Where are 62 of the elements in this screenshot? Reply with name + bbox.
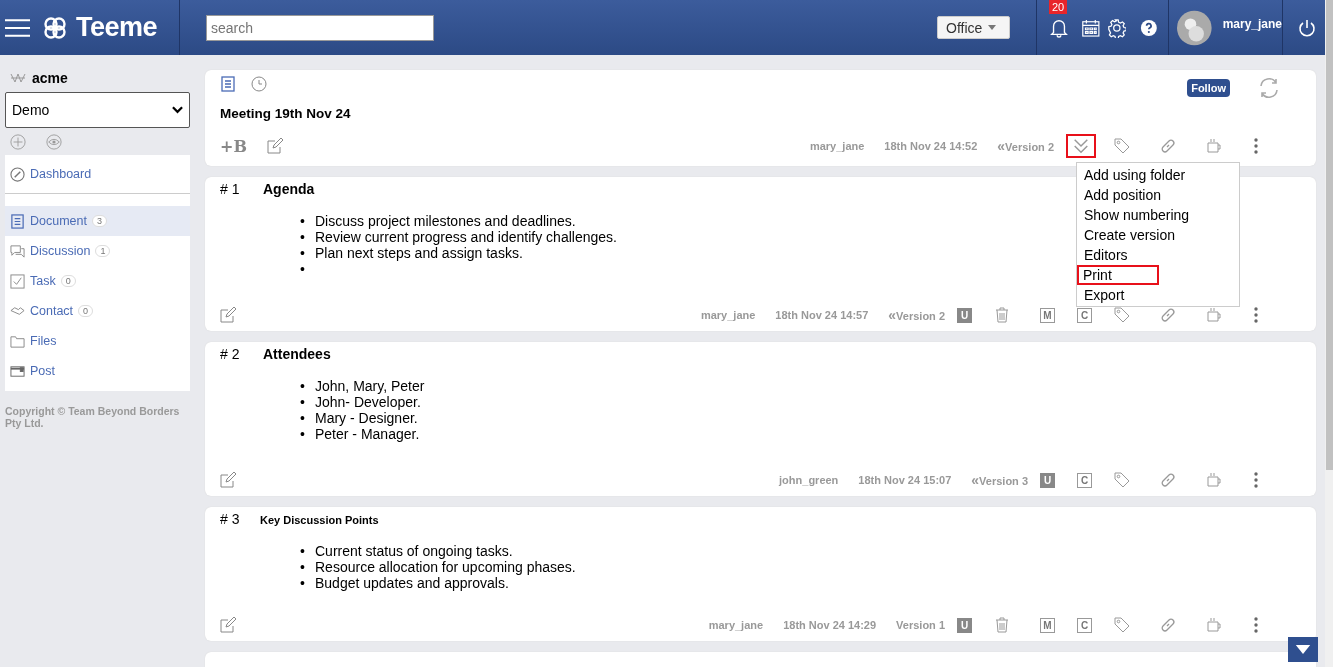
- bullet-item: • Plan next steps and assign tasks.: [300, 245, 523, 261]
- timestamp: 18th Nov 24 14:57: [775, 309, 869, 321]
- letter-button[interactable]: U: [957, 617, 972, 633]
- letter-button[interactable]: M: [1040, 617, 1055, 633]
- sidebar-item[interactable]: Contact 0: [5, 296, 190, 326]
- menu-item[interactable]: Add position: [1077, 185, 1239, 205]
- author-name: john_green: [779, 474, 839, 486]
- section-title: Attendees: [263, 346, 331, 362]
- author-name: mary_jane: [809, 140, 865, 152]
- letter-button[interactable]: C: [1077, 617, 1092, 633]
- user-name[interactable]: mary_jane: [1222, 16, 1282, 31]
- notification-count: 20: [1049, 0, 1068, 14]
- search-field[interactable]: search: [206, 14, 434, 41]
- version-link[interactable]: «Version 2: [997, 138, 1054, 154]
- bullet-item: • Resource allocation for upcoming phases.: [300, 559, 576, 575]
- sidebar-item[interactable]: Discussion 1: [5, 236, 190, 266]
- menu-item[interactable]: Editors: [1077, 245, 1239, 265]
- timestamp: 18th Nov 24 14:52: [884, 140, 978, 152]
- section-title: Key Discussion Points: [260, 514, 379, 526]
- section-number: # 3: [220, 511, 241, 527]
- document-title: Meeting 19th Nov 24: [220, 106, 352, 123]
- menu-item[interactable]: Add using folder: [1077, 165, 1239, 185]
- sidebar-item[interactable]: Files: [5, 326, 190, 356]
- version-link[interactable]: «Version 2: [888, 307, 945, 323]
- letter-button[interactable]: M: [1040, 307, 1055, 323]
- space-dropdown[interactable]: Office: [937, 16, 1010, 39]
- section-title: Agenda: [263, 181, 315, 197]
- menu-item[interactable]: Print: [1077, 265, 1159, 285]
- letter-button[interactable]: U: [1040, 472, 1055, 488]
- author-name: mary_jane: [708, 619, 764, 631]
- bullet-item: • Current status of ongoing tasks.: [300, 543, 513, 559]
- section-number: # 2: [220, 346, 241, 362]
- sidebar-item[interactable]: Task 0: [5, 266, 190, 296]
- menu-item[interactable]: Show numbering: [1077, 205, 1239, 225]
- workspace-name: acme: [32, 70, 68, 86]
- bullet-item: • Discuss project milestones and deadlines.: [300, 213, 576, 229]
- letter-button[interactable]: C: [1077, 472, 1092, 488]
- bullet-item: • Mary - Designer.: [300, 410, 418, 426]
- bullet-item: • John, Mary, Peter: [300, 378, 425, 394]
- dashboard-link[interactable]: Dashboard: [5, 155, 190, 193]
- sidebar-item[interactable]: Post: [5, 356, 190, 386]
- bullet-item: • John- Developer.: [300, 394, 421, 410]
- empty-bullet: •: [300, 261, 306, 277]
- letter-button[interactable]: C: [1077, 307, 1092, 323]
- menu-item[interactable]: Export: [1077, 285, 1239, 305]
- bullet-item: • Review current progress and identify challenges.: [300, 229, 617, 245]
- letter-button[interactable]: U: [957, 307, 972, 323]
- menu-item[interactable]: Create version: [1077, 225, 1239, 245]
- add-block-button[interactable]: +B: [220, 136, 247, 156]
- project-dropdown[interactable]: Demo: [5, 92, 190, 128]
- sidebar-item[interactable]: Document 3: [5, 206, 190, 236]
- version-link[interactable]: Version 1: [896, 619, 945, 631]
- follow-button[interactable]: Follow: [1187, 79, 1230, 97]
- brand-name[interactable]: Teeme: [76, 12, 158, 43]
- timestamp: 18th Nov 24 15:07: [858, 474, 952, 486]
- section-number: # 1: [220, 181, 241, 197]
- bullet-item: • Peter - Manager.: [300, 426, 420, 442]
- timestamp: 18th Nov 24 14:29: [783, 619, 877, 631]
- author-name: mary_jane: [700, 309, 756, 321]
- version-link[interactable]: «Version 3: [971, 472, 1028, 488]
- copyright-text: Copyright © Team Beyond Borders Pty Ltd.: [5, 405, 181, 430]
- bullet-item: • Budget updates and approvals.: [300, 575, 509, 591]
